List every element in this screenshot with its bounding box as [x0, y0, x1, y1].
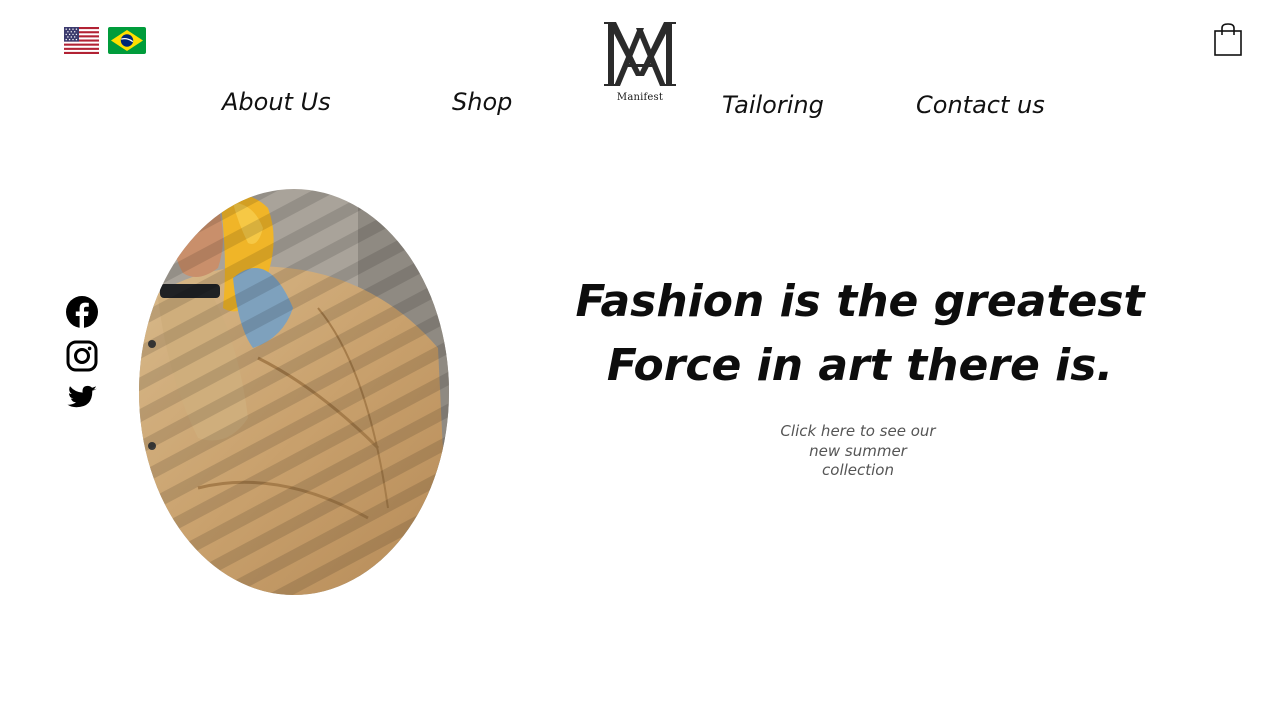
cta-line-2: new summer: [809, 441, 907, 460]
cta-line-3: collection: [822, 461, 894, 479]
facebook-icon[interactable]: [64, 294, 100, 330]
cta-line-1: Click here to see our: [780, 422, 936, 440]
nav-about-us[interactable]: About Us: [222, 88, 331, 116]
hero-headline: Fashion is the greatest Force in art the…: [520, 270, 1200, 398]
twitter-icon[interactable]: [64, 380, 100, 416]
nav-shop[interactable]: Shop: [452, 88, 512, 116]
summer-collection-link[interactable]: Click here to see our new summer collect…: [758, 422, 958, 481]
manifest-logo[interactable]: Manifest: [602, 18, 678, 108]
headline-line-1: Fashion is the greatest: [575, 276, 1145, 327]
ma-monogram-icon: [604, 22, 676, 86]
brazil-flag-icon[interactable]: [108, 27, 146, 54]
nav-tailoring[interactable]: Tailoring: [722, 91, 824, 119]
nav-contact-us[interactable]: Contact us: [916, 91, 1045, 119]
instagram-icon[interactable]: [64, 338, 100, 374]
brand-wordmark: Manifest: [616, 92, 664, 103]
shopping-bag-icon[interactable]: [1212, 22, 1244, 58]
us-flag-icon[interactable]: [64, 27, 99, 54]
headline-line-2: Force in art there is.: [606, 340, 1114, 391]
hero-model-photo: [138, 188, 450, 596]
